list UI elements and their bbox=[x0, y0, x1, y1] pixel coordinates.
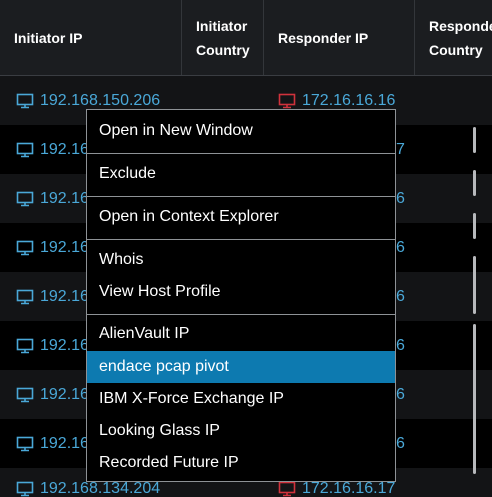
ip-text: 7 bbox=[396, 140, 405, 158]
ip-text: 192.16 bbox=[40, 140, 89, 158]
menu-separator bbox=[87, 153, 395, 154]
initiator-ip-link[interactable]: 192.16 bbox=[16, 223, 89, 272]
menu-item-context-explorer[interactable]: Open in Context Explorer bbox=[87, 201, 395, 233]
ip-text: 6 bbox=[396, 287, 405, 305]
header-label: Initiator bbox=[196, 17, 248, 34]
menu-separator bbox=[87, 314, 395, 315]
menu-separator bbox=[87, 239, 395, 240]
menu-item-label: Open in Context Explorer bbox=[99, 208, 279, 225]
desktop-icon bbox=[16, 142, 34, 157]
header-label: Country bbox=[196, 41, 250, 58]
desktop-icon bbox=[16, 387, 34, 402]
responder-ip-link[interactable]: 7 bbox=[396, 125, 405, 174]
ip-text: 6 bbox=[396, 189, 405, 207]
desktop-icon bbox=[16, 436, 34, 451]
desktop-icon bbox=[278, 93, 296, 108]
menu-item-label: endace pcap pivot bbox=[99, 358, 229, 375]
desktop-icon bbox=[278, 481, 296, 497]
menu-item-exclude[interactable]: Exclude bbox=[87, 158, 395, 190]
desktop-icon bbox=[16, 93, 34, 108]
menu-item-open-new-window[interactable]: Open in New Window bbox=[87, 115, 395, 147]
ip-text: 192.16 bbox=[40, 287, 89, 305]
responder-ip-link[interactable]: 6 bbox=[396, 370, 405, 419]
ip-text: 192.16 bbox=[40, 385, 89, 403]
menu-item-ibm-xforce-ip[interactable]: IBM X-Force Exchange IP bbox=[87, 383, 395, 415]
menu-item-endace-pcap-pivot[interactable]: endace pcap pivot bbox=[87, 351, 395, 383]
initiator-ip-link[interactable]: 192.16 bbox=[16, 174, 89, 223]
menu-item-label: Exclude bbox=[99, 165, 156, 182]
ip-text: 172.16.16.17 bbox=[302, 480, 396, 497]
header-responder-ip[interactable]: Responder IP bbox=[264, 0, 415, 75]
menu-scrollbar[interactable] bbox=[473, 324, 476, 474]
menu-item-recorded-future-ip[interactable]: Recorded Future IP bbox=[87, 447, 395, 479]
menu-item-label: Recorded Future IP bbox=[99, 454, 239, 471]
menu-item-looking-glass-ip[interactable]: Looking Glass IP bbox=[87, 415, 395, 447]
initiator-ip-link[interactable]: 192.16 bbox=[16, 272, 89, 321]
ip-text: 6 bbox=[396, 336, 405, 354]
menu-scrollbar[interactable] bbox=[473, 127, 476, 153]
desktop-icon bbox=[16, 481, 34, 497]
initiator-ip-link[interactable]: 192.16 bbox=[16, 125, 89, 174]
menu-item-alienvault-ip[interactable]: AlienVault IP bbox=[87, 318, 395, 350]
ip-text: 6 bbox=[396, 385, 405, 403]
initiator-ip-link[interactable]: 192.16 bbox=[16, 419, 89, 468]
initiator-ip-link[interactable]: 192.16 bbox=[16, 321, 89, 370]
ip-text: 192.16 bbox=[40, 336, 89, 354]
ip-text: 192.168.150.206 bbox=[40, 91, 161, 109]
responder-ip-link[interactable]: 6 bbox=[396, 174, 405, 223]
responder-ip-link[interactable]: 6 bbox=[396, 419, 405, 468]
ip-text: 6 bbox=[396, 434, 405, 452]
header-label: Initiator IP bbox=[14, 29, 83, 46]
menu-item-label: AlienVault IP bbox=[99, 325, 190, 342]
menu-scrollbar[interactable] bbox=[473, 170, 476, 196]
menu-item-label: View Host Profile bbox=[99, 283, 221, 300]
menu-separator bbox=[87, 196, 395, 197]
desktop-icon bbox=[16, 191, 34, 206]
header-label: Responder IP bbox=[278, 29, 369, 46]
desktop-icon bbox=[16, 338, 34, 353]
desktop-icon bbox=[16, 289, 34, 304]
ip-text: 192.168.134.204 bbox=[40, 480, 161, 497]
menu-item-label: Whois bbox=[99, 251, 144, 268]
ip-text: 6 bbox=[396, 238, 405, 256]
ip-text: 172.16.16.16 bbox=[302, 91, 396, 109]
menu-item-label: Open in New Window bbox=[99, 122, 253, 139]
menu-scrollbar[interactable] bbox=[473, 213, 476, 239]
menu-item-whois[interactable]: Whois bbox=[87, 244, 395, 276]
header-label: Responder bbox=[429, 17, 492, 34]
header-label: Country bbox=[429, 41, 483, 58]
responder-ip-link[interactable]: 6 bbox=[396, 223, 405, 272]
header-initiator-country[interactable]: Initiator Country bbox=[182, 0, 264, 75]
menu-item-label: Looking Glass IP bbox=[99, 422, 220, 439]
initiator-ip-link[interactable]: 192.16 bbox=[16, 370, 89, 419]
ip-text: 192.16 bbox=[40, 189, 89, 207]
context-menu: Open in New Window Exclude Open in Conte… bbox=[86, 109, 476, 482]
menu-item-label: IBM X-Force Exchange IP bbox=[99, 390, 284, 407]
header-initiator-ip[interactable]: Initiator IP bbox=[0, 0, 182, 75]
header-responder-country[interactable]: Responder Country bbox=[415, 0, 492, 75]
desktop-icon bbox=[16, 240, 34, 255]
responder-ip-link[interactable]: 6 bbox=[396, 272, 405, 321]
table-header: Initiator IP Initiator Country Responder… bbox=[0, 0, 492, 76]
menu-item-view-host-profile[interactable]: View Host Profile bbox=[87, 276, 395, 308]
responder-ip-link[interactable]: 6 bbox=[396, 321, 405, 370]
menu-scrollbar[interactable] bbox=[473, 256, 476, 314]
ip-text: 192.16 bbox=[40, 434, 89, 452]
ip-text: 192.16 bbox=[40, 238, 89, 256]
